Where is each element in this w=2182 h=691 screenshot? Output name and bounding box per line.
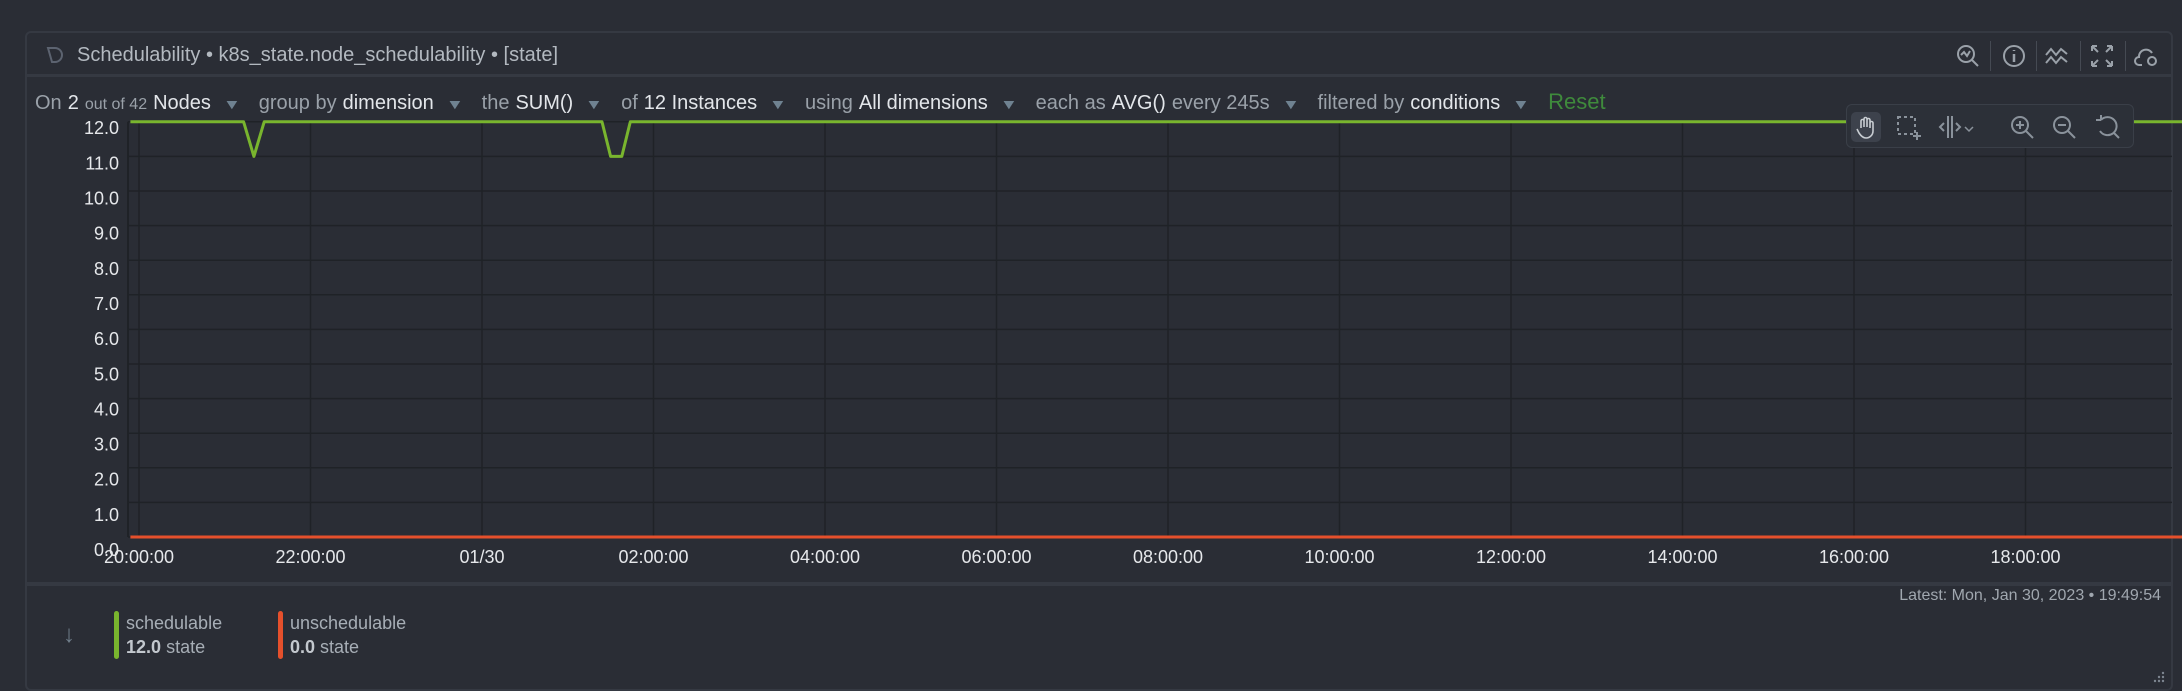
y-tick-label: 3.0: [94, 435, 119, 455]
latest-timestamp: Latest: Mon, Jan 30, 2023 • 19:49:54: [1899, 587, 2161, 604]
y-tick-label: 1.0: [94, 505, 119, 525]
x-tick-label: 10:00:00: [1304, 547, 1374, 567]
zoom-in-icon[interactable]: [2007, 112, 2037, 142]
legend-color-bar: [114, 611, 119, 659]
x-tick-label: 14:00:00: [1647, 547, 1717, 567]
y-tick-label: 10.0: [84, 189, 119, 209]
y-tick-label: 4.0: [94, 399, 119, 419]
y-tick-label: 7.0: [94, 294, 119, 314]
select-area-icon[interactable]: [1893, 112, 1923, 142]
chart-zoom-toolbar: [1846, 104, 2134, 148]
y-tick-label: 6.0: [94, 329, 119, 349]
chevron-down-icon[interactable]: [1961, 112, 1977, 142]
y-tick-label: 2.0: [94, 470, 119, 490]
arrow-down-icon[interactable]: ↓: [63, 621, 75, 649]
divider: [27, 582, 2171, 586]
resize-handle-icon[interactable]: [2151, 669, 2165, 683]
x-tick-label: 06:00:00: [961, 547, 1031, 567]
zoom-out-icon[interactable]: [2049, 112, 2079, 142]
y-tick-label: 12.0: [84, 118, 119, 138]
y-tick-label: 9.0: [94, 224, 119, 244]
y-tick-label: 11.0: [85, 153, 119, 173]
x-tick-label: 16:00:00: [1819, 547, 1889, 567]
line-chart[interactable]: 0.01.02.03.04.05.06.07.08.09.010.011.012…: [0, 0, 2182, 580]
x-tick-label: 22:00:00: [275, 547, 345, 567]
y-tick-label: 5.0: [94, 364, 119, 384]
x-tick-label: 01/30: [459, 547, 504, 567]
x-tick-label: 02:00:00: [618, 547, 688, 567]
x-tick-label: 08:00:00: [1133, 547, 1203, 567]
x-tick-label: 04:00:00: [790, 547, 860, 567]
y-tick-label: 8.0: [94, 259, 119, 279]
pan-hand-icon[interactable]: [1851, 112, 1881, 142]
x-tick-label: 18:00:00: [1990, 547, 2060, 567]
x-tick-label: 20:00:00: [104, 547, 174, 567]
legend-color-bar: [278, 611, 283, 659]
x-tick-label: 12:00:00: [1476, 547, 1546, 567]
reset-zoom-icon[interactable]: [2093, 112, 2123, 142]
